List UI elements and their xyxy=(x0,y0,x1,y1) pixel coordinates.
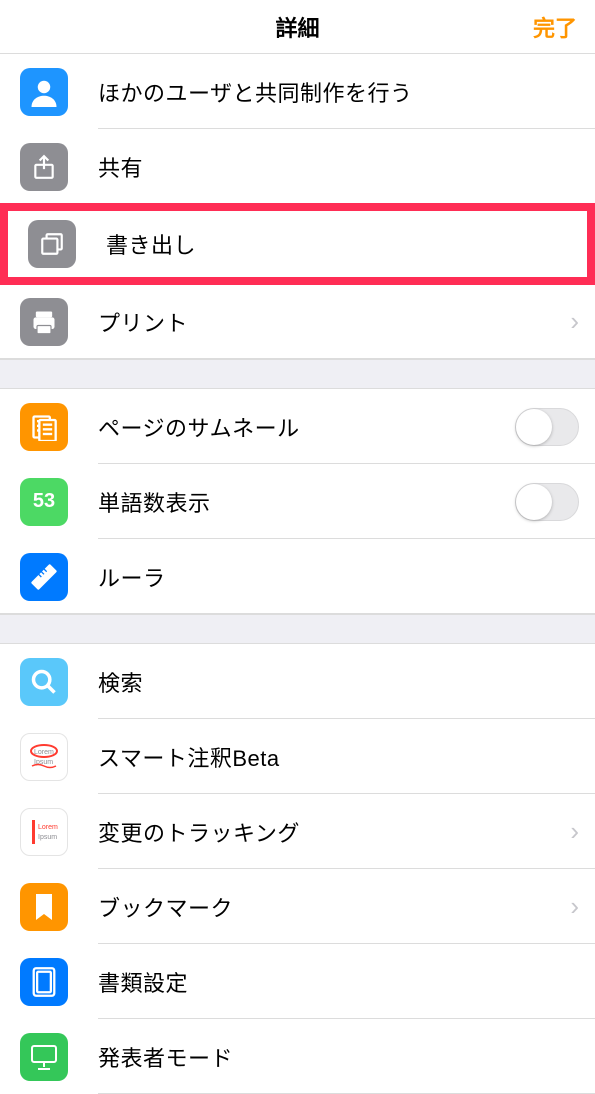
row-label: 書き出し xyxy=(106,228,571,260)
bookmark-icon xyxy=(20,883,68,931)
row-label: 検索 xyxy=(98,666,579,698)
row-label: ルーラ xyxy=(98,561,579,593)
row-export[interactable]: 書き出し xyxy=(8,211,587,277)
row-label: プリント xyxy=(98,306,564,338)
wordcount-icon: 53 xyxy=(20,478,68,526)
row-share[interactable]: 共有 xyxy=(0,129,595,204)
row-presenter[interactable]: 発表者モード xyxy=(0,1019,595,1094)
row-bookmark[interactable]: ブックマーク › xyxy=(0,869,595,944)
done-button[interactable]: 完了 xyxy=(533,11,577,43)
section-separator xyxy=(0,614,595,644)
header-bar: 詳細 完了 xyxy=(0,0,595,54)
chevron-right-icon: › xyxy=(570,306,579,337)
share-icon xyxy=(20,143,68,191)
section-separator xyxy=(0,359,595,389)
presenter-icon xyxy=(20,1033,68,1081)
docsettings-icon xyxy=(20,958,68,1006)
row-smartannot[interactable]: LoremIpsum スマート注釈Beta xyxy=(0,719,595,794)
row-tracking[interactable]: Lorem Ipsum 変更のトラッキング › xyxy=(0,794,595,869)
ruler-icon xyxy=(20,553,68,601)
row-label: ブックマーク xyxy=(98,891,564,923)
row-label: スマート注釈Beta xyxy=(98,741,579,773)
row-thumbnails[interactable]: ページのサムネール xyxy=(0,389,595,464)
svg-text:Lorem: Lorem xyxy=(38,824,58,831)
row-label: 変更のトラッキング xyxy=(98,816,564,848)
row-wordcount[interactable]: 53 単語数表示 xyxy=(0,464,595,539)
svg-text:Lorem: Lorem xyxy=(34,749,54,756)
row-label: ほかのユーザと共同制作を行う xyxy=(98,76,579,108)
wordcount-number: 53 xyxy=(33,490,55,513)
row-label: ページのサムネール xyxy=(98,411,515,443)
row-label: 書類設定 xyxy=(98,966,579,998)
export-icon xyxy=(28,220,76,268)
tracking-icon: Lorem Ipsum xyxy=(20,808,68,856)
row-print[interactable]: プリント › xyxy=(0,284,595,359)
export-highlight: 書き出し xyxy=(0,203,595,285)
svg-text:Ipsum: Ipsum xyxy=(38,834,57,841)
smartannot-icon: LoremIpsum xyxy=(20,733,68,781)
chevron-right-icon: › xyxy=(570,891,579,922)
row-label: 発表者モード xyxy=(98,1041,579,1073)
search-icon xyxy=(20,658,68,706)
row-collaborate[interactable]: ほかのユーザと共同制作を行う xyxy=(0,54,595,129)
person-icon xyxy=(20,68,68,116)
page-title: 詳細 xyxy=(275,11,319,43)
row-search[interactable]: 検索 xyxy=(0,644,595,719)
row-label: 共有 xyxy=(98,151,579,183)
row-docsettings[interactable]: 書類設定 xyxy=(0,944,595,1019)
thumbnails-icon xyxy=(20,403,68,451)
wordcount-toggle[interactable] xyxy=(515,483,579,521)
row-label: 単語数表示 xyxy=(98,486,515,518)
row-ruler[interactable]: ルーラ xyxy=(0,539,595,614)
print-icon xyxy=(20,298,68,346)
thumbnails-toggle[interactable] xyxy=(515,408,579,446)
chevron-right-icon: › xyxy=(570,816,579,847)
